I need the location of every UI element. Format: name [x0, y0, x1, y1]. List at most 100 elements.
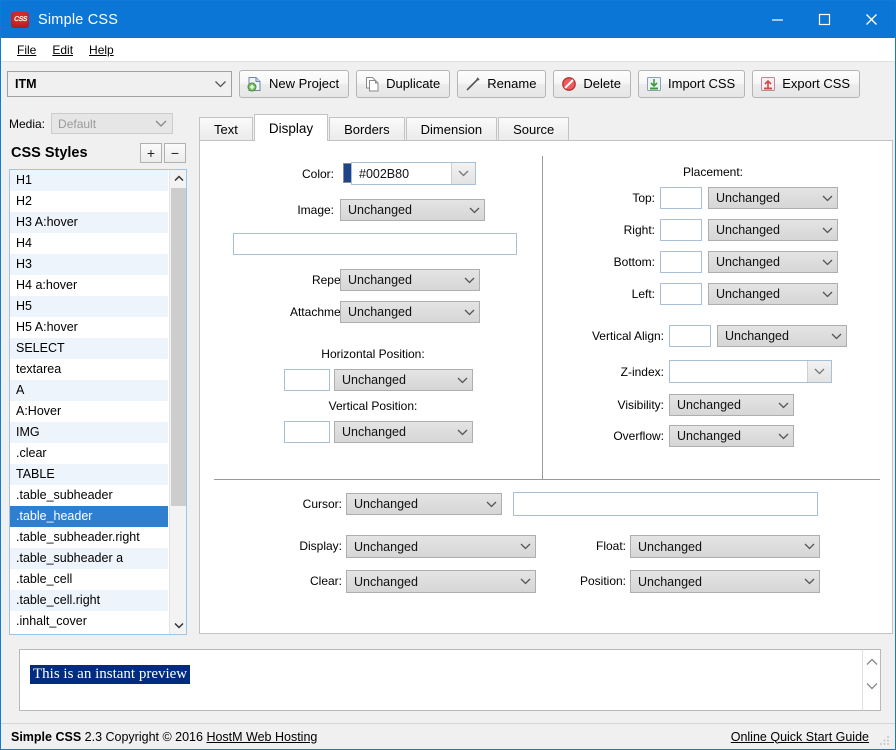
add-style-button[interactable]: + — [140, 143, 162, 163]
bottom-input[interactable] — [660, 251, 702, 273]
left-input[interactable] — [660, 283, 702, 305]
list-item[interactable]: .table_cell — [10, 569, 168, 590]
tab-text[interactable]: Text — [199, 117, 253, 141]
export-css-button[interactable]: Export CSS — [752, 69, 861, 98]
tab-source[interactable]: Source — [498, 117, 570, 141]
list-item[interactable]: textarea — [10, 359, 168, 380]
tab-display[interactable]: Display — [253, 114, 329, 141]
chevron-down-icon — [515, 543, 535, 550]
visibility-select[interactable]: Unchanged — [669, 394, 794, 416]
new-project-label: New Project — [269, 76, 340, 91]
chevron-down-icon — [459, 277, 479, 284]
position-select-value: Unchanged — [638, 574, 702, 589]
css-styles-list[interactable]: H1 H2 H3 A:hover H4 H3 H4 a:hover H5 H5 A:hover… — [9, 169, 187, 635]
vertical-align-select[interactable]: Unchanged — [717, 325, 847, 347]
cursor-url-input[interactable] — [513, 492, 818, 516]
list-item[interactable]: H3 A:hover — [10, 212, 168, 233]
top-input[interactable] — [660, 187, 702, 209]
simple-css-window: CSS Simple CSS File Edit Help ITM New Pr… — [0, 0, 896, 750]
list-item[interactable]: .clear — [10, 443, 168, 464]
image-select[interactable]: Unchanged — [340, 199, 485, 221]
quick-start-guide-link[interactable]: Online Quick Start Guide — [731, 730, 869, 744]
attachment-label: Attachment: — [289, 305, 354, 319]
delete-button[interactable]: Delete — [553, 69, 631, 98]
vertical-align-input[interactable] — [669, 325, 711, 347]
left-select[interactable]: Unchanged — [708, 283, 838, 305]
cursor-select[interactable]: Unchanged — [346, 493, 502, 515]
right-select-value: Unchanged — [716, 223, 780, 237]
preview-scroll-up-icon[interactable] — [866, 655, 878, 669]
attachment-select[interactable]: Unchanged — [340, 301, 480, 323]
list-item[interactable]: A:Hover — [10, 401, 168, 422]
duplicate-button[interactable]: Duplicate — [356, 69, 451, 98]
project-select[interactable]: ITM — [7, 70, 232, 97]
list-item[interactable]: H3 — [10, 254, 168, 275]
vertical-position-input[interactable] — [284, 421, 330, 443]
list-item[interactable]: IMG — [10, 422, 168, 443]
color-value-combo[interactable]: #002B80 — [351, 162, 476, 185]
z-index-combo[interactable] — [669, 360, 832, 383]
list-item[interactable]: SELECT — [10, 338, 168, 359]
hostm-link[interactable]: HostM Web Hosting — [206, 730, 317, 744]
list-item[interactable]: H1 — [10, 170, 168, 191]
right-input[interactable] — [660, 219, 702, 241]
vertical-position-select[interactable]: Unchanged — [334, 421, 473, 443]
bottom-select[interactable]: Unchanged — [708, 251, 838, 273]
clear-select[interactable]: Unchanged — [346, 570, 536, 593]
menu-edit[interactable]: Edit — [44, 41, 81, 59]
list-item[interactable]: A — [10, 380, 168, 401]
minimize-button[interactable] — [754, 1, 801, 38]
close-button[interactable] — [848, 1, 895, 38]
new-project-button[interactable]: New Project — [239, 69, 350, 98]
right-select[interactable]: Unchanged — [708, 219, 838, 241]
status-app-name: Simple CSS — [11, 729, 82, 744]
list-item[interactable]: .table_header — [10, 506, 168, 527]
menu-bar: File Edit Help — [1, 38, 895, 61]
media-select[interactable]: Default — [51, 113, 174, 134]
list-item[interactable]: .inhalt_cover — [10, 611, 168, 632]
list-item[interactable]: H4 a:hover — [10, 275, 168, 296]
menu-help[interactable]: Help — [81, 41, 122, 59]
scroll-down-arrow-icon[interactable] — [170, 617, 186, 634]
resize-grip-icon[interactable] — [879, 734, 891, 746]
image-url-input[interactable] — [233, 233, 517, 255]
left-label: Left: — [631, 287, 655, 301]
preview-scrollbar[interactable] — [862, 650, 880, 710]
tab-borders[interactable]: Borders — [329, 117, 405, 141]
attachment-select-value: Unchanged — [348, 305, 412, 319]
overflow-select[interactable]: Unchanged — [669, 425, 794, 447]
vertical-divider — [542, 156, 543, 479]
list-item[interactable]: .table_subheader.right — [10, 527, 168, 548]
list-item[interactable]: H5 — [10, 296, 168, 317]
list-item[interactable]: .table_subheader a — [10, 548, 168, 569]
list-item[interactable]: .table_subheader — [10, 485, 168, 506]
scrollbar-thumb[interactable] — [171, 188, 186, 506]
import-css-button[interactable]: Import CSS — [638, 69, 746, 98]
menu-file[interactable]: File — [9, 41, 44, 59]
preview-scroll-down-icon[interactable] — [866, 679, 878, 693]
rename-button[interactable]: Rename — [457, 69, 547, 98]
remove-style-button[interactable]: − — [164, 143, 186, 163]
list-item[interactable]: H2 — [10, 191, 168, 212]
chevron-down-icon — [459, 309, 479, 316]
repeat-select[interactable]: Unchanged — [340, 269, 480, 291]
list-item[interactable]: .table_cell.right — [10, 590, 168, 611]
display-select[interactable]: Unchanged — [346, 535, 536, 558]
chevron-down-icon — [817, 291, 837, 298]
delete-forbidden-icon — [562, 76, 577, 91]
float-select[interactable]: Unchanged — [630, 535, 820, 558]
scroll-up-arrow-icon[interactable] — [170, 170, 186, 187]
media-label: Media: — [9, 116, 46, 131]
position-label: Position: — [579, 574, 626, 588]
maximize-button[interactable] — [801, 1, 848, 38]
status-bar: Simple CSS 2.3 Copyright © 2016 HostM We… — [1, 723, 895, 749]
tab-dimension[interactable]: Dimension — [405, 117, 498, 141]
list-item[interactable]: TABLE — [10, 464, 168, 485]
css-styles-scrollbar[interactable] — [169, 170, 186, 634]
position-select[interactable]: Unchanged — [630, 570, 820, 593]
top-select[interactable]: Unchanged — [708, 187, 838, 209]
horizontal-position-select[interactable]: Unchanged — [334, 369, 473, 391]
horizontal-position-input[interactable] — [284, 369, 330, 391]
list-item[interactable]: H5 A:hover — [10, 317, 168, 338]
list-item[interactable]: H4 — [10, 233, 168, 254]
